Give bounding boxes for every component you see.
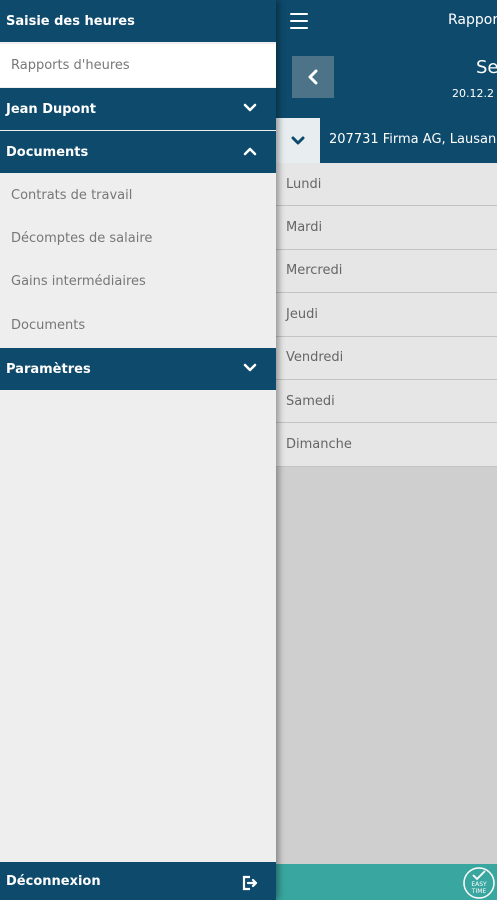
logout-label: Déconnexion <box>6 873 101 889</box>
hamburger-icon[interactable] <box>290 12 308 30</box>
day-row-vendredi[interactable]: Vendredi <box>276 336 497 380</box>
drawer-item-label: Gains intermédiaires <box>11 274 146 289</box>
drawer-item-employment-contracts[interactable]: Contrats de travail <box>0 174 276 217</box>
drawer-section-documents[interactable]: Documents <box>0 131 276 173</box>
logo-text-bottom: TIME <box>471 888 487 895</box>
drawer-section-user[interactable]: Jean Dupont <box>0 88 276 130</box>
chevron-down-icon <box>243 363 257 372</box>
chevron-down-icon <box>243 103 257 112</box>
drawer-item-hour-reports[interactable]: Rapports d'heures <box>0 44 276 87</box>
project-row[interactable]: 207731 Firma AG, Lausanne <box>276 118 497 163</box>
drawer-item-hour-reports-label: Rapports d'heures <box>11 58 130 73</box>
day-row-dimanche[interactable]: Dimanche <box>276 423 497 467</box>
day-row-mercredi[interactable]: Mercredi <box>276 249 497 294</box>
logo-text-top: EASY <box>471 881 487 888</box>
drawer-item-time-entry[interactable]: Saisie des heures <box>0 0 276 42</box>
day-row-lundi[interactable]: Lundi <box>276 163 497 207</box>
drawer-item-time-entry-label: Saisie des heures <box>6 13 135 29</box>
day-row-samedi[interactable]: Samedi <box>276 379 497 424</box>
week-date: 20.12.2 <box>452 87 494 100</box>
drawer-settings-label: Paramètres <box>6 361 91 377</box>
navigation-drawer: Saisie des heures Rapports d'heures Jean… <box>0 0 276 900</box>
day-row-mardi[interactable]: Mardi <box>276 206 497 250</box>
chevron-down-icon <box>291 136 305 144</box>
week-label: Se <box>476 57 497 78</box>
drawer-item-documents[interactable]: Documents <box>0 304 276 347</box>
drawer-section-settings[interactable]: Paramètres <box>0 348 276 390</box>
drawer-item-label: Décomptes de salaire <box>11 231 153 246</box>
easytime-logo: EASY TIME <box>463 867 495 899</box>
drawer-documents-header-label: Documents <box>6 144 89 160</box>
logout-button[interactable]: Déconnexion <box>0 862 276 900</box>
drawer-item-label: Contrats de travail <box>11 188 133 203</box>
app-title: Rapports <box>448 12 497 28</box>
project-label: 207731 Firma AG, Lausanne <box>329 132 497 147</box>
drawer-item-label: Documents <box>11 318 86 333</box>
drawer-item-salary-statements[interactable]: Décomptes de salaire <box>0 217 276 260</box>
logout-icon <box>242 875 258 891</box>
drawer-item-intermediate-earnings[interactable]: Gains intermédiaires <box>0 260 276 303</box>
app-topbar: Rapports <box>276 0 497 44</box>
drawer-user-name: Jean Dupont <box>6 101 96 117</box>
chevron-left-icon <box>308 69 318 85</box>
chevron-up-icon <box>243 147 257 156</box>
day-row-jeudi[interactable]: Jeudi <box>276 293 497 337</box>
day-list: Lundi Mardi Mercredi Jeudi Vendredi Same… <box>276 163 497 467</box>
back-button[interactable] <box>292 56 334 98</box>
project-toggle-button[interactable] <box>276 118 320 163</box>
